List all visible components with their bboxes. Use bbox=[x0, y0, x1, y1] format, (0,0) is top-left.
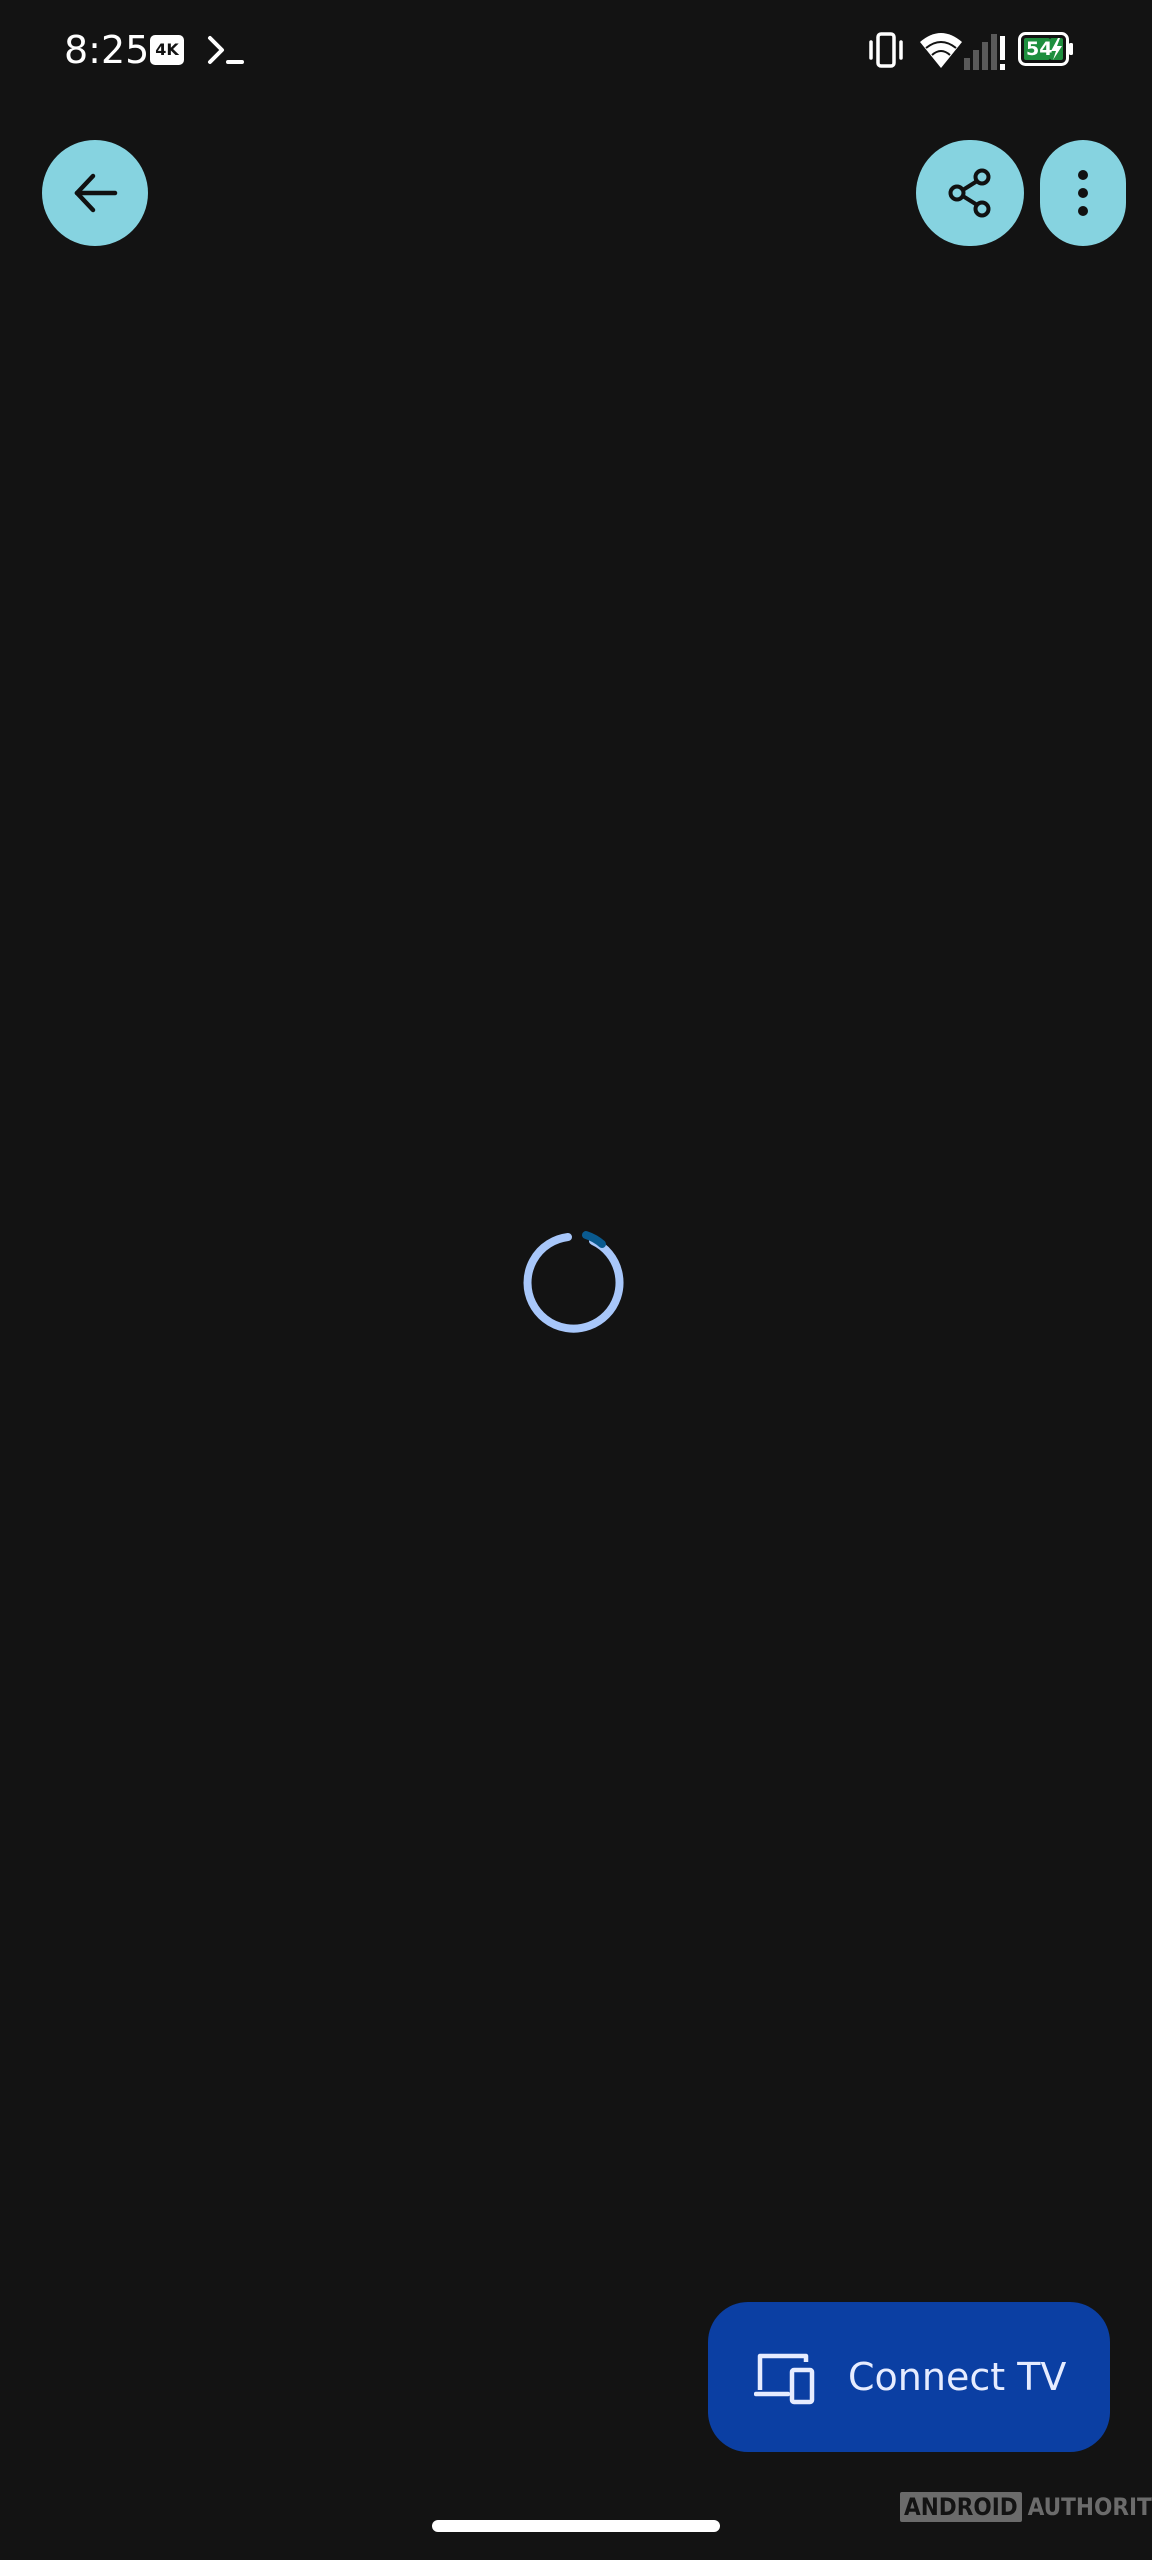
watermark: ANDROID AUTHORITY bbox=[900, 2490, 1152, 2524]
vibrate-icon bbox=[869, 32, 903, 68]
watermark-boxed-text: ANDROID bbox=[900, 2492, 1022, 2522]
signal-alert-icon bbox=[964, 34, 1005, 70]
back-button[interactable] bbox=[42, 140, 148, 246]
loading-spinner-icon bbox=[523, 1231, 624, 1333]
watermark-text: AUTHORITY bbox=[1027, 2493, 1152, 2521]
wifi-icon bbox=[920, 33, 962, 68]
more-vert-icon bbox=[1078, 170, 1088, 216]
share-button[interactable] bbox=[916, 140, 1024, 246]
devices-icon bbox=[754, 2353, 815, 2405]
home-indicator[interactable] bbox=[432, 2520, 720, 2532]
4k-badge: 4K bbox=[150, 35, 184, 65]
connect-tv-button[interactable]: Connect TV bbox=[708, 2302, 1110, 2452]
more-options-button[interactable] bbox=[1040, 140, 1126, 246]
share-icon bbox=[948, 168, 991, 218]
status-bar: 8:25 4K 54 bbox=[0, 0, 1152, 100]
screen: 8:25 4K 54 Connect TV ANDROID AUTHORIT bbox=[0, 0, 1152, 2560]
status-time: 8:25 bbox=[64, 28, 150, 72]
connect-tv-label: Connect TV bbox=[848, 2355, 1067, 2399]
arrow-back-icon bbox=[74, 173, 118, 213]
terminal-icon bbox=[208, 36, 244, 64]
battery-level: 54 bbox=[1026, 38, 1053, 60]
